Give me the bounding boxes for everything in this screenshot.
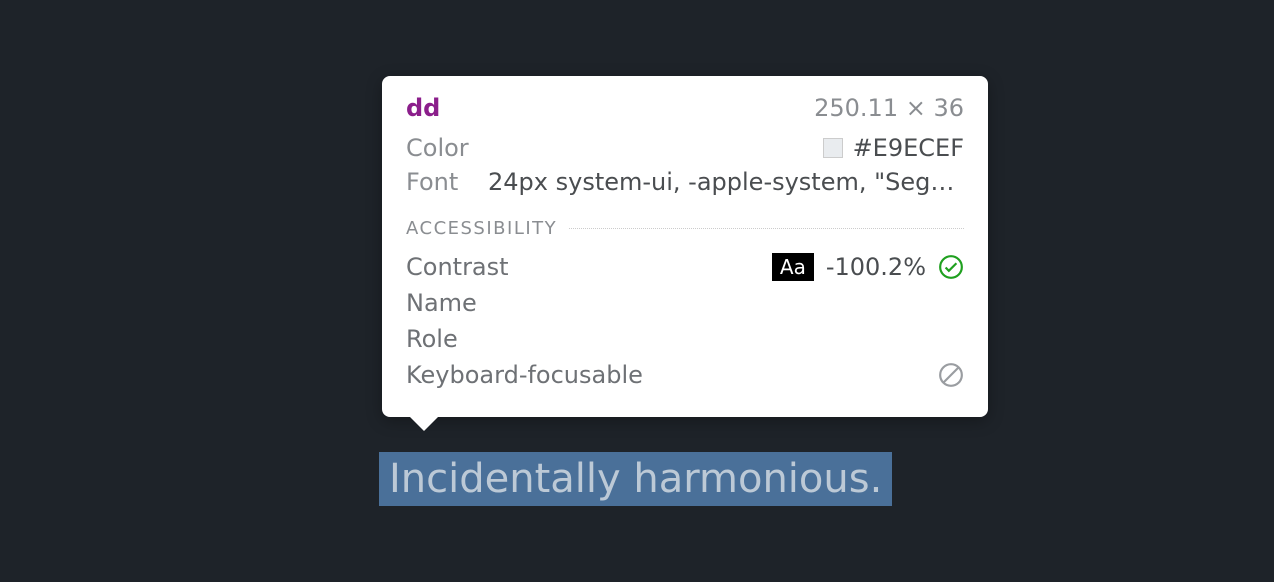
- inspected-element-highlight: Incidentally harmonious.: [379, 452, 892, 506]
- tooltip-header: dd 250.11 × 36: [406, 94, 964, 122]
- role-label: Role: [406, 325, 458, 353]
- color-property-row: Color #E9ECEF: [406, 134, 964, 162]
- contrast-value-group: Aa -100.2%: [772, 253, 964, 281]
- element-inspector-tooltip: dd 250.11 × 36 Color #E9ECEF Font 24px s…: [382, 76, 988, 417]
- color-label: Color: [406, 134, 488, 162]
- color-value-group: #E9ECEF: [823, 134, 964, 162]
- not-available-icon: [938, 362, 964, 388]
- name-row: Name: [406, 289, 964, 317]
- color-swatch: [823, 138, 843, 158]
- element-dimensions: 250.11 × 36: [814, 94, 964, 122]
- color-hex-value: #E9ECEF: [853, 134, 964, 162]
- contrast-sample-badge: Aa: [772, 253, 814, 281]
- font-value: 24px system-ui, -apple-system, "Segoe…: [488, 168, 964, 196]
- contrast-label: Contrast: [406, 253, 509, 281]
- keyboard-focusable-row: Keyboard-focusable: [406, 361, 964, 389]
- contrast-row: Contrast Aa -100.2%: [406, 253, 964, 281]
- element-tag-name: dd: [406, 94, 440, 122]
- contrast-percentage: -100.2%: [826, 253, 926, 281]
- check-circle-icon: [938, 254, 964, 280]
- keyboard-focusable-label: Keyboard-focusable: [406, 361, 643, 389]
- role-row: Role: [406, 325, 964, 353]
- section-divider: [569, 228, 964, 229]
- font-label: Font: [406, 168, 488, 196]
- accessibility-title: ACCESSIBILITY: [406, 218, 557, 239]
- name-label: Name: [406, 289, 477, 317]
- font-property-row: Font 24px system-ui, -apple-system, "Seg…: [406, 168, 964, 196]
- accessibility-section-header: ACCESSIBILITY: [406, 218, 964, 239]
